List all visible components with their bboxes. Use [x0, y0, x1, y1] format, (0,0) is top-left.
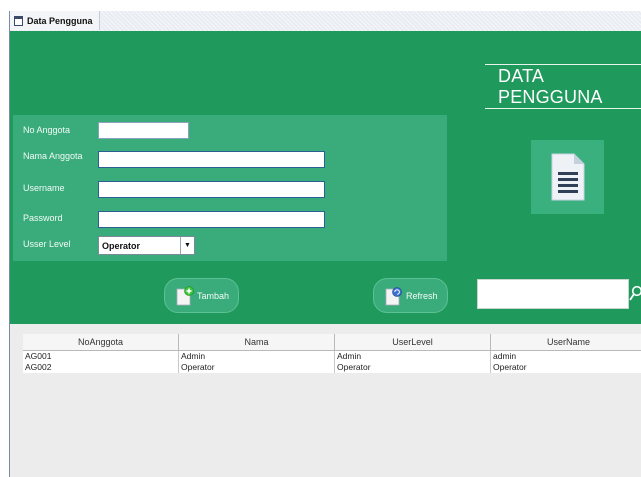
search-button[interactable]: [629, 279, 641, 309]
refresh-label: Refresh: [406, 290, 438, 301]
window-title: Data Pengguna: [27, 15, 93, 26]
data-table: NoAnggota Nama UserLevel UserName AG001 …: [23, 334, 641, 477]
column-header-noanggota[interactable]: NoAnggota: [23, 334, 179, 350]
tambah-button[interactable]: Tambah: [164, 278, 239, 313]
refresh-document-icon: [385, 286, 403, 306]
page-title: DATA PENGGUNA: [485, 64, 641, 109]
column-header-username[interactable]: UserName: [491, 334, 641, 350]
username-label: Username: [23, 183, 65, 193]
add-document-icon: [176, 285, 194, 306]
nama-anggota-label: Nama Anggota: [23, 151, 83, 161]
title-bar[interactable]: Data Pengguna: [10, 11, 641, 32]
no-anggota-field[interactable]: [98, 122, 189, 139]
form-panel: No Anggota Nama Anggota Username Passwor…: [13, 115, 447, 261]
user-level-label: Usser Level: [23, 239, 71, 249]
column-header-userlevel[interactable]: UserLevel: [335, 334, 491, 350]
password-field[interactable]: [98, 211, 325, 228]
table-cell: AG001: [23, 351, 179, 362]
username-field[interactable]: [98, 181, 325, 198]
document-icon-tile: [531, 140, 604, 214]
column-header-nama[interactable]: Nama: [179, 334, 335, 350]
document-icon: [551, 153, 584, 201]
search-icon: [629, 285, 641, 301]
tambah-label: Tambah: [197, 290, 230, 301]
app-window: Data Pengguna DATA PENGGUNA No Anggota N…: [9, 11, 641, 477]
window-tab[interactable]: Data Pengguna: [10, 11, 100, 30]
nama-anggota-field[interactable]: [98, 151, 325, 168]
no-anggota-label: No Anggota: [23, 125, 71, 135]
user-level-value: Operator: [102, 240, 141, 251]
search-input[interactable]: [477, 279, 629, 309]
user-level-select[interactable]: Operator ▼: [98, 236, 195, 255]
table-row[interactable]: AG001 Admin Admin admin: [23, 351, 641, 362]
table-header: NoAnggota Nama UserLevel UserName: [23, 334, 641, 351]
table-cell: Operator: [179, 362, 335, 373]
window-icon: [14, 15, 23, 26]
table-cell: admin: [491, 351, 641, 362]
chevron-down-icon[interactable]: ▼: [180, 237, 194, 254]
password-label: Password: [23, 213, 63, 223]
table-cell: Admin: [179, 351, 335, 362]
table-row[interactable]: AG002 Operator Operator Operator: [23, 362, 641, 373]
table-cell: Operator: [335, 362, 491, 373]
table-cell: Operator: [491, 362, 641, 373]
refresh-button[interactable]: Refresh: [373, 278, 448, 313]
table-cell: AG002: [23, 362, 179, 373]
table-cell: Admin: [335, 351, 491, 362]
